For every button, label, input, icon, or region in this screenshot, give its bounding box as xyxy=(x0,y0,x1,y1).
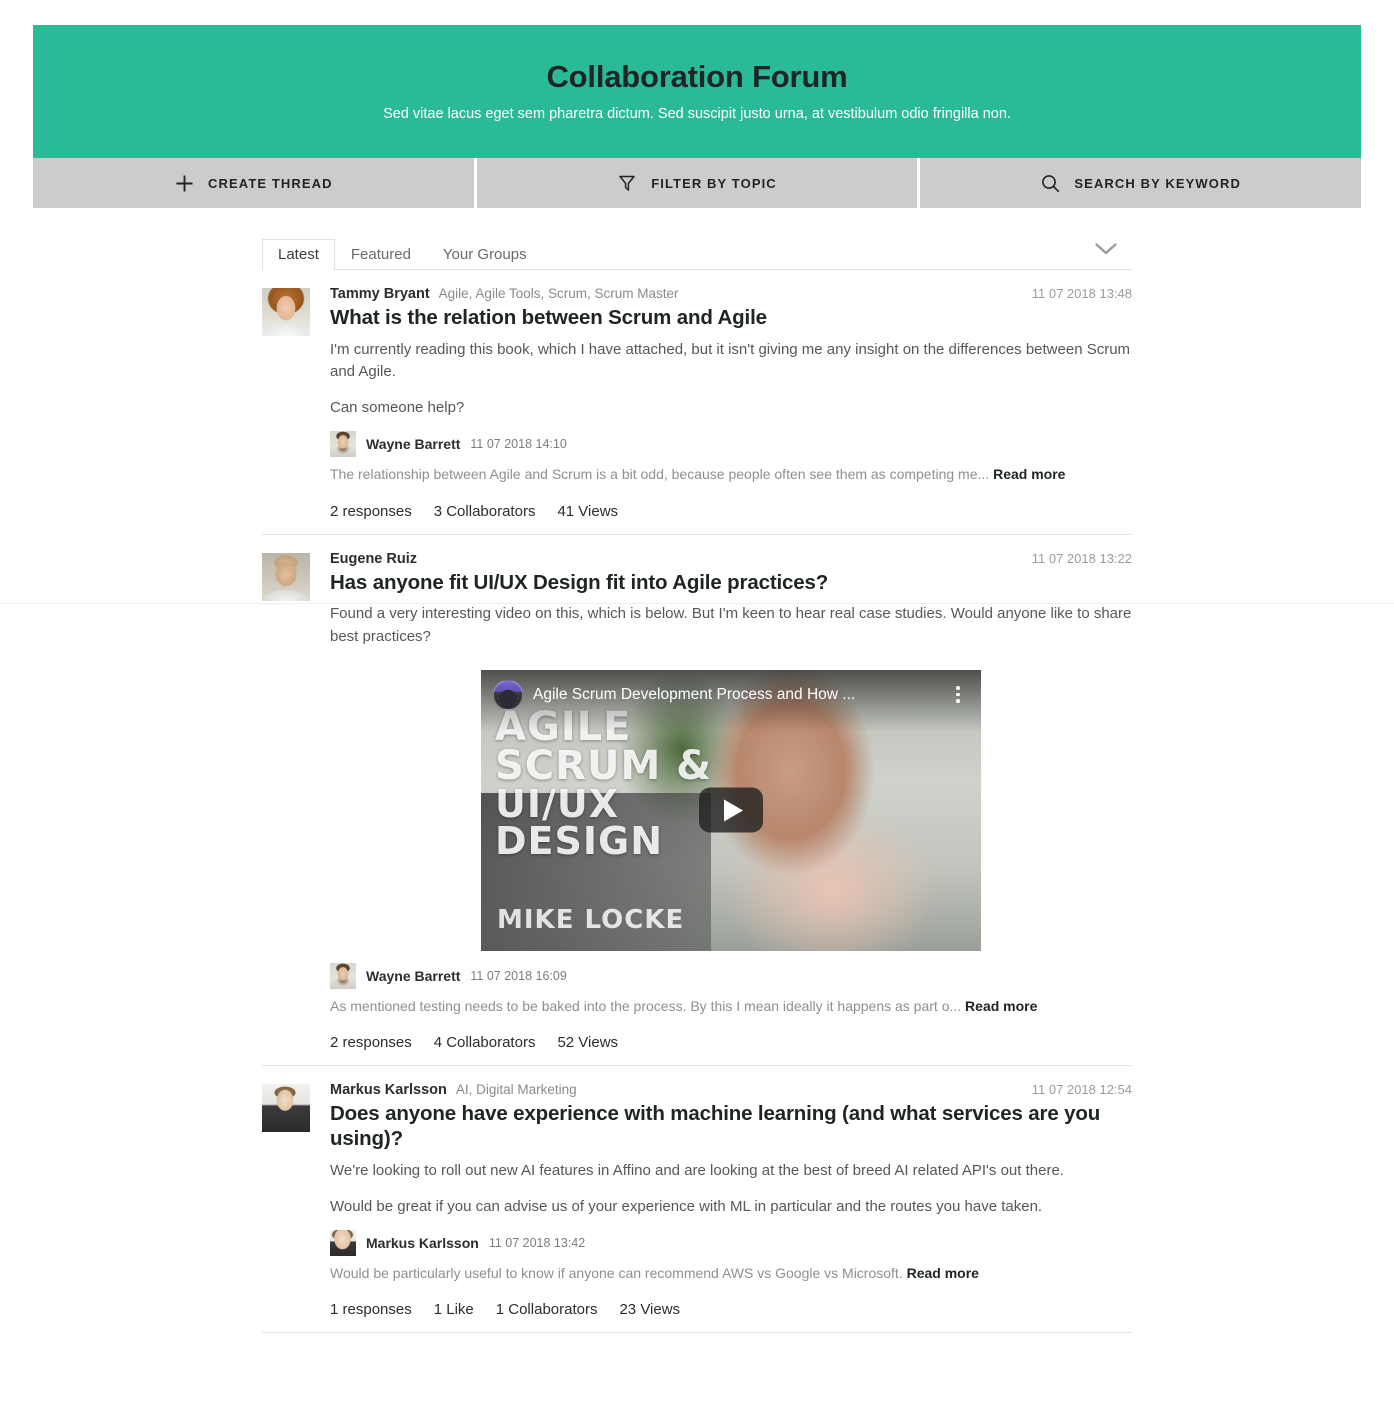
reply-excerpt-text: As mentioned testing needs to be baked i… xyxy=(330,997,962,1014)
stat-collaborators[interactable]: 4 Collaborators xyxy=(434,1034,536,1051)
tabs-expand-button[interactable] xyxy=(1080,240,1132,269)
thread-author[interactable]: Markus Karlsson xyxy=(330,1082,447,1098)
thread-paragraph: Would be great if you can advise us of y… xyxy=(330,1197,1043,1215)
stat-views: 23 Views xyxy=(619,1301,681,1319)
thread-timestamp: 11 07 2018 12:54 xyxy=(1031,1082,1132,1098)
search-by-keyword-button[interactable]: Search by Keyword xyxy=(917,158,1361,208)
create-thread-button[interactable]: Create Thread xyxy=(33,158,474,208)
tab-latest[interactable]: Latest xyxy=(262,239,335,271)
thread-timestamp: 11 07 2018 13:48 xyxy=(1031,286,1132,301)
read-more-link[interactable]: Read more xyxy=(907,1265,979,1281)
plus-icon xyxy=(174,173,194,193)
tab-featured-label: Featured xyxy=(350,246,411,263)
thread-paragraph: Found a very interesting video on this, … xyxy=(330,605,1132,645)
thread-item[interactable]: Tammy Bryant Agile, Agile Tools, Scrum, … xyxy=(262,270,1132,535)
thread-timestamp: 11 07 2018 13:22 xyxy=(1031,550,1132,566)
thread-paragraph: We're looking to roll out new AI feature… xyxy=(330,1161,1064,1179)
reply-excerpt-text: The relationship between Agile and Scrum… xyxy=(330,466,990,483)
reply-excerpt: As mentioned testing needs to be baked i… xyxy=(330,997,1132,1017)
stat-responses[interactable]: 1 responses xyxy=(330,1301,412,1318)
reply-timestamp: 11 07 2018 13:42 xyxy=(488,1235,586,1250)
thread-author[interactable]: Eugene Ruiz xyxy=(330,551,417,567)
thread-title[interactable]: Has anyone fit UI/UX Design fit into Agi… xyxy=(330,571,1132,596)
thread-stats: 1 responses 1 Like 1 Collaborators 23 Vi… xyxy=(330,1301,1132,1318)
stat-likes[interactable]: 1 Like xyxy=(434,1301,474,1318)
video-title[interactable]: Agile Scrum Development Process and How … xyxy=(533,680,937,710)
thread-paragraph: Can someone help? xyxy=(330,398,465,416)
tab-your-groups[interactable]: Your Groups xyxy=(427,239,543,270)
thread-author[interactable]: Tammy Bryant xyxy=(330,286,430,302)
reply-meta: Wayne Barrett 11 07 2018 16:09 xyxy=(330,962,1132,989)
stat-collaborators[interactable]: 3 Collaborators xyxy=(434,503,536,520)
avatar xyxy=(262,552,310,601)
page-subtitle: Sed vitae lacus eget sem pharetra dictum… xyxy=(383,105,1011,122)
thread-meta: Tammy Bryant Agile, Agile Tools, Scrum, … xyxy=(330,286,1132,302)
reply-excerpt-text: Would be particularly useful to know if … xyxy=(330,1264,903,1281)
stat-responses[interactable]: 2 responses xyxy=(330,503,412,520)
stat-responses[interactable]: 2 responses xyxy=(330,1034,412,1051)
reply-excerpt: Would be particularly useful to know if … xyxy=(330,1264,1132,1284)
create-thread-label: Create Thread xyxy=(208,175,333,191)
stat-collaborators[interactable]: 1 Collaborators xyxy=(496,1301,598,1318)
thread-paragraph: I'm currently reading this book, which I… xyxy=(330,340,1131,380)
thread-item[interactable]: Eugene Ruiz 11 07 2018 13:22 Has anyone … xyxy=(262,535,1132,1067)
tab-latest-label: Latest xyxy=(278,246,319,263)
reply-avatar xyxy=(330,962,356,989)
reply-author[interactable]: Wayne Barrett xyxy=(366,968,460,984)
thread-topics[interactable]: Agile, Agile Tools, Scrum, Scrum Master xyxy=(439,286,1023,301)
kebab-menu-icon[interactable] xyxy=(947,680,969,710)
reply-excerpt: The relationship between Agile and Scrum… xyxy=(330,465,1132,485)
read-more-link[interactable]: Read more xyxy=(965,998,1037,1014)
thread-meta: Markus Karlsson AI, Digital Marketing 11… xyxy=(330,1082,1132,1098)
stat-views: 52 Views xyxy=(557,1034,619,1052)
thread-meta: Eugene Ruiz 11 07 2018 13:22 xyxy=(330,551,1132,567)
thread-reply: Markus Karlsson 11 07 2018 13:42 Would b… xyxy=(330,1229,1132,1284)
play-icon[interactable] xyxy=(699,787,763,833)
thread-reply: Wayne Barrett 11 07 2018 14:10 The relat… xyxy=(330,431,1132,485)
thread-reply: Wayne Barrett 11 07 2018 16:09 As mentio… xyxy=(330,962,1132,1017)
thread-title[interactable]: Does anyone have experience with machine… xyxy=(330,1102,1132,1151)
thread-filter-tabs: Latest Featured Your Groups xyxy=(262,234,1132,271)
search-by-keyword-label: Search by Keyword xyxy=(1074,175,1241,191)
reply-avatar xyxy=(330,1229,356,1256)
chevron-down-icon xyxy=(1094,242,1118,261)
tab-featured[interactable]: Featured xyxy=(335,239,427,270)
thread-list-container: Latest Featured Your Groups Tammy Bryant… xyxy=(262,208,1132,1334)
stat-views: 41 Views xyxy=(557,502,619,520)
reply-avatar xyxy=(330,431,356,458)
reply-meta: Markus Karlsson 11 07 2018 13:42 xyxy=(330,1229,1132,1256)
thread-title[interactable]: What is the relation between Scrum and A… xyxy=(330,306,1132,331)
filter-by-topic-button[interactable]: Filter by Topic xyxy=(473,158,918,208)
avatar xyxy=(262,288,310,336)
thread-stats: 2 responses 3 Collaborators 41 Views xyxy=(330,503,1132,520)
search-icon xyxy=(1040,173,1060,193)
reply-timestamp: 11 07 2018 14:10 xyxy=(470,437,567,452)
tab-your-groups-label: Your Groups xyxy=(442,246,527,263)
thread-topics[interactable]: AI, Digital Marketing xyxy=(456,1082,1023,1097)
video-top-bar: Agile Scrum Development Process and How … xyxy=(481,669,981,732)
thread-stats: 2 responses 4 Collaborators 52 Views xyxy=(330,1034,1132,1051)
page-title: Collaboration Forum xyxy=(546,58,848,94)
video-channel-avatar[interactable] xyxy=(493,679,523,710)
reply-timestamp: 11 07 2018 16:09 xyxy=(470,968,567,983)
read-more-link[interactable]: Read more xyxy=(993,466,1065,482)
thread-item[interactable]: Markus Karlsson AI, Digital Marketing 11… xyxy=(262,1066,1132,1334)
avatar xyxy=(262,1084,310,1133)
filter-icon xyxy=(617,173,637,193)
reply-meta: Wayne Barrett 11 07 2018 14:10 xyxy=(330,431,1132,458)
forum-hero-banner: Collaboration Forum Sed vitae lacus eget… xyxy=(33,25,1361,158)
video-embed[interactable]: AGILE SCRUM & UI/UX DESIGN MIKE LOCKE Ag… xyxy=(481,669,981,951)
filter-by-topic-label: Filter by Topic xyxy=(651,175,777,191)
forum-action-bar: Create Thread Filter by Topic Search by … xyxy=(33,158,1361,208)
reply-author[interactable]: Markus Karlsson xyxy=(366,1235,479,1251)
reply-author[interactable]: Wayne Barrett xyxy=(366,436,460,452)
